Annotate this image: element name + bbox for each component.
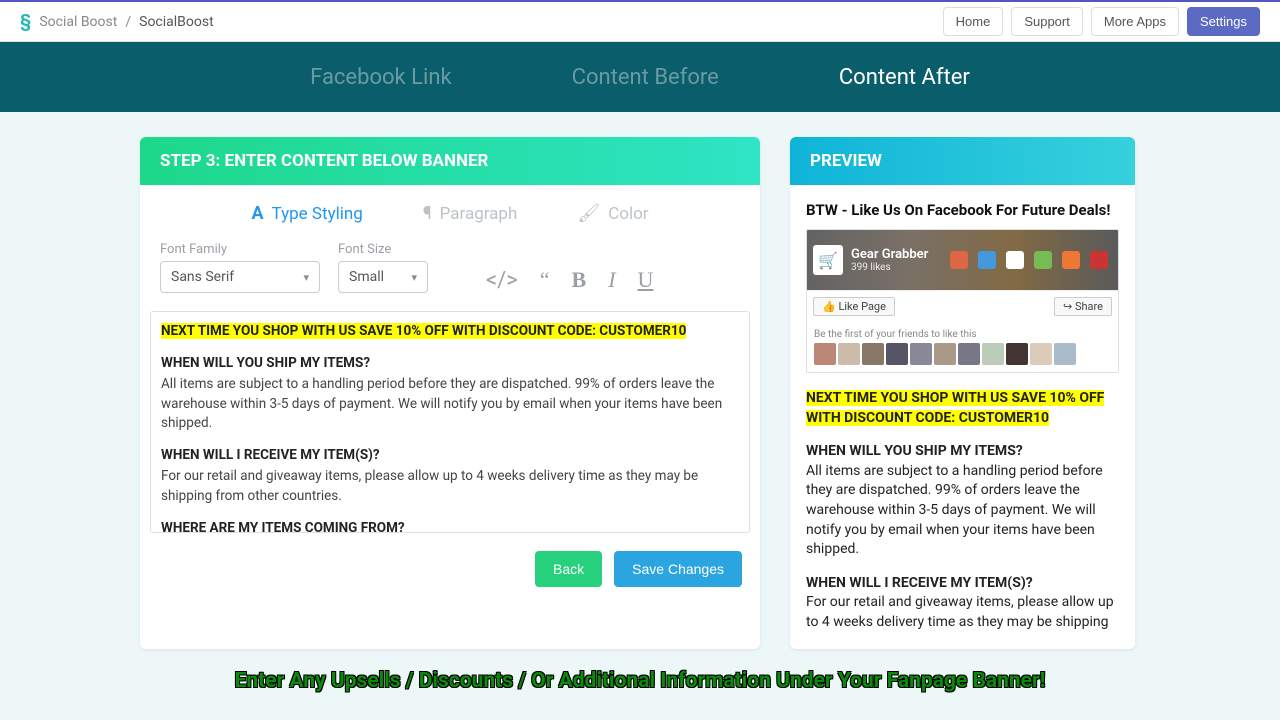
fb-friends: Be the first of your friends to like thi… xyxy=(807,322,1118,372)
fb-like-button[interactable]: 👍 Like Page xyxy=(813,297,895,316)
font-icon: A xyxy=(251,203,263,224)
fb-brand-name: Gear Grabber xyxy=(851,247,928,262)
preview-content: NEXT TIME YOU SHOP WITH US SAVE 10% OFF … xyxy=(806,389,1119,633)
font-family-value: Sans Serif xyxy=(171,269,234,285)
tool-tab-label: Paragraph xyxy=(440,204,518,224)
main-tabs: Facebook Link Content Before Content Aft… xyxy=(0,42,1280,112)
fb-cover: 🛒 Gear Grabber 399 likes xyxy=(807,230,1118,290)
more-apps-button[interactable]: More Apps xyxy=(1091,7,1179,36)
editor-q2: WHEN WILL I RECEIVE MY ITEM(S)? xyxy=(161,446,739,466)
content-editor[interactable]: NEXT TIME YOU SHOP WITH US SAVE 10% OFF … xyxy=(150,311,750,533)
step-header: STEP 3: ENTER CONTENT BELOW BANNER xyxy=(140,137,760,185)
preview-header: PREVIEW xyxy=(790,137,1135,185)
font-family-field: Font Family Sans Serif ▾ xyxy=(160,242,320,293)
chevron-down-icon: ▾ xyxy=(303,271,309,284)
italic-icon[interactable]: I xyxy=(608,267,615,293)
font-family-label: Font Family xyxy=(160,242,320,257)
tab-facebook-link[interactable]: Facebook Link xyxy=(310,65,452,90)
support-button[interactable]: Support xyxy=(1011,7,1083,36)
editor-a1: All items are subject to a handling peri… xyxy=(161,375,739,434)
tool-tabs: A Type Styling ¶ Paragraph 🖌 Color xyxy=(140,185,760,242)
fb-friends-text: Be the first of your friends to like thi… xyxy=(814,329,1111,340)
page-caption: Enter Any Upsells / Discounts / Or Addit… xyxy=(0,649,1280,713)
editor-highlight: NEXT TIME YOU SHOP WITH US SAVE 10% OFF … xyxy=(161,323,686,339)
tool-tab-label: Type Styling xyxy=(272,204,363,224)
app-logo-icon: § xyxy=(20,11,31,32)
fb-action-bar: 👍 Like Page ↪ Share xyxy=(807,290,1118,322)
top-bar: § Social Boost / SocialBoost Home Suppor… xyxy=(0,0,1280,42)
bold-icon[interactable]: B xyxy=(572,267,587,293)
top-buttons: Home Support More Apps Settings xyxy=(943,7,1260,36)
cart-icon: 🛒 xyxy=(813,245,843,275)
preview-fb-title: BTW - Like Us On Facebook For Future Dea… xyxy=(806,201,1119,219)
tab-content-after[interactable]: Content After xyxy=(839,65,970,90)
paragraph-icon: ¶ xyxy=(423,203,432,224)
settings-button[interactable]: Settings xyxy=(1187,7,1260,36)
preview-a1: All items are subject to a handling peri… xyxy=(806,462,1119,560)
home-button[interactable]: Home xyxy=(943,7,1004,36)
breadcrumb: § Social Boost / SocialBoost xyxy=(20,11,214,32)
fb-likes-count: 399 likes xyxy=(851,262,928,273)
editor-q3: WHERE ARE MY ITEMS COMING FROM? xyxy=(161,519,739,534)
breadcrumb-app[interactable]: Social Boost xyxy=(39,14,117,30)
tab-content-before[interactable]: Content Before xyxy=(572,65,719,90)
preview-a2: For our retail and giveaway items, pleas… xyxy=(806,593,1119,632)
save-changes-button[interactable]: Save Changes xyxy=(614,551,742,587)
editor-panel: STEP 3: ENTER CONTENT BELOW BANNER A Type… xyxy=(140,137,760,649)
font-size-select[interactable]: Small ▾ xyxy=(338,261,428,293)
font-size-field: Font Size Small ▾ xyxy=(338,242,428,293)
font-family-select[interactable]: Sans Serif ▾ xyxy=(160,261,320,293)
brush-icon: 🖌 xyxy=(577,203,600,224)
editor-a2: For our retail and giveaway items, pleas… xyxy=(161,467,739,506)
breadcrumb-page: SocialBoost xyxy=(139,14,214,30)
tool-tab-label: Color xyxy=(608,204,648,224)
fb-avatars xyxy=(814,343,1111,365)
preview-panel: PREVIEW BTW - Like Us On Facebook For Fu… xyxy=(790,137,1135,649)
quote-icon[interactable]: “ xyxy=(540,267,550,293)
breadcrumb-separator: / xyxy=(125,14,131,30)
format-buttons: </> “ B I U xyxy=(486,267,653,293)
back-button[interactable]: Back xyxy=(535,551,602,587)
underline-icon[interactable]: U xyxy=(638,267,654,293)
code-icon[interactable]: </> xyxy=(486,268,518,293)
tool-tab-paragraph[interactable]: ¶ Paragraph xyxy=(393,203,548,224)
fb-cover-art xyxy=(950,251,1108,269)
chevron-down-icon: ▾ xyxy=(411,271,417,284)
font-size-value: Small xyxy=(349,269,384,285)
editor-q1: WHEN WILL YOU SHIP MY ITEMS? xyxy=(161,354,739,374)
fb-share-button[interactable]: ↪ Share xyxy=(1054,297,1112,316)
preview-highlight: NEXT TIME YOU SHOP WITH US SAVE 10% OFF … xyxy=(806,390,1104,426)
preview-q1: WHEN WILL YOU SHIP MY ITEMS? xyxy=(806,442,1119,462)
tool-tab-type-styling[interactable]: A Type Styling xyxy=(221,203,392,224)
tool-tab-color[interactable]: 🖌 Color xyxy=(547,203,678,224)
font-size-label: Font Size xyxy=(338,242,428,257)
preview-q2: WHEN WILL I RECEIVE MY ITEM(S)? xyxy=(806,574,1119,594)
facebook-widget: 🛒 Gear Grabber 399 likes 👍 Like Page ↪ S… xyxy=(806,229,1119,373)
